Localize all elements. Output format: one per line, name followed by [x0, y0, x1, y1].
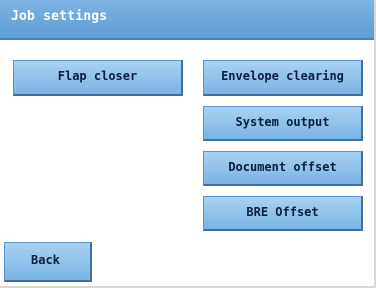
- back-label: Back: [31, 253, 60, 267]
- title-bar: Job settings: [0, 0, 374, 40]
- job-settings-screen: Job settings Flap closer Envelope cleari…: [0, 0, 376, 288]
- bre-offset-label: BRE Offset: [246, 205, 319, 219]
- system-output-label: System output: [235, 115, 330, 129]
- flap-closer-button[interactable]: Flap closer: [13, 60, 183, 96]
- envelope-clearing-label: Envelope clearing: [221, 69, 344, 83]
- page-title: Job settings: [11, 9, 108, 24]
- flap-closer-label: Flap closer: [57, 69, 138, 83]
- bre-offset-button[interactable]: BRE Offset: [203, 196, 363, 231]
- document-offset-label: Document offset: [228, 160, 337, 174]
- envelope-clearing-button[interactable]: Envelope clearing: [203, 60, 363, 96]
- back-button[interactable]: Back: [4, 242, 92, 282]
- document-offset-button[interactable]: Document offset: [203, 151, 363, 186]
- system-output-button[interactable]: System output: [203, 106, 363, 141]
